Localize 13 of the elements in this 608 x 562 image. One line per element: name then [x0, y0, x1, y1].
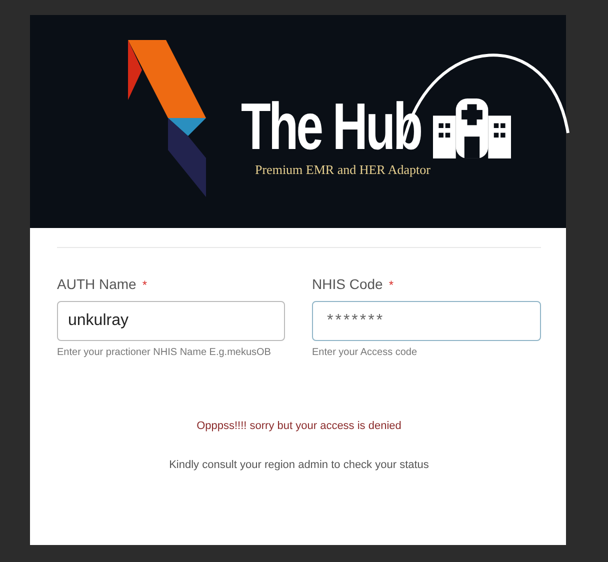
hospital-icon [433, 97, 511, 160]
error-message: Opppss!!!! sorry but your access is denied [196, 420, 402, 432]
logo-mark-icon [128, 40, 206, 197]
required-mark: * [142, 278, 148, 292]
input-field[interactable]: unkulray [57, 301, 285, 341]
required-mark: * [388, 278, 394, 292]
help-text: Enter your practioner NHIS Name E.g.mekusOB [57, 347, 271, 358]
field-label: AUTH Name [57, 276, 136, 292]
brand-subtitle: Premium EMR and HER Adaptor [255, 162, 430, 178]
input-field[interactable]: ******* [312, 301, 541, 341]
field-label: NHIS Code [312, 276, 383, 292]
help-text: Enter your Access code [312, 347, 418, 358]
status-note: Kindly consult your region admin to check your status [168, 459, 430, 471]
